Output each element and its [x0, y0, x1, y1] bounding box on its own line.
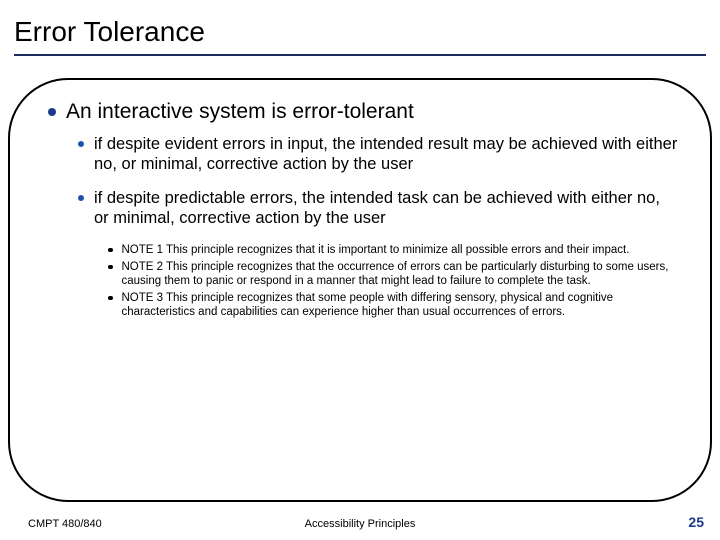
note-text: NOTE 3 This principle recognizes that so…: [122, 291, 679, 319]
bullet-text: An interactive system is error-tolerant: [66, 100, 414, 124]
bullet-text: if despite predictable errors, the inten…: [94, 188, 678, 228]
bullet-icon: [108, 265, 113, 270]
bullet-icon: [78, 195, 84, 201]
bullet-level-2: if despite predictable errors, the inten…: [78, 188, 678, 228]
bullet-level-2: if despite evident errors in input, the …: [78, 134, 678, 174]
slide-title: Error Tolerance: [14, 16, 706, 48]
bullet-level-3: NOTE 2 This principle recognizes that th…: [108, 260, 678, 288]
title-area: Error Tolerance: [0, 0, 720, 62]
bullet-level-3: NOTE 1 This principle recognizes that it…: [108, 243, 678, 257]
bullet-level-1: An interactive system is error-tolerant: [48, 100, 678, 124]
bullet-icon: [48, 108, 56, 116]
bullet-icon: [108, 296, 113, 301]
note-text: NOTE 2 This principle recognizes that th…: [122, 260, 679, 288]
footer-course: CMPT 480/840: [28, 518, 102, 530]
bullet-text: if despite evident errors in input, the …: [94, 134, 678, 174]
bullet-icon: [78, 141, 84, 147]
page-number: 25: [688, 514, 704, 530]
note-text: NOTE 1 This principle recognizes that it…: [122, 243, 630, 257]
bullet-icon: [108, 248, 113, 253]
bullet-level-3: NOTE 3 This principle recognizes that so…: [108, 291, 678, 319]
title-underline: [14, 54, 706, 56]
slide-footer: CMPT 480/840 Accessibility Principles 25: [0, 514, 720, 530]
slide-content: An interactive system is error-tolerant …: [48, 100, 678, 322]
footer-title: Accessibility Principles: [305, 518, 416, 530]
